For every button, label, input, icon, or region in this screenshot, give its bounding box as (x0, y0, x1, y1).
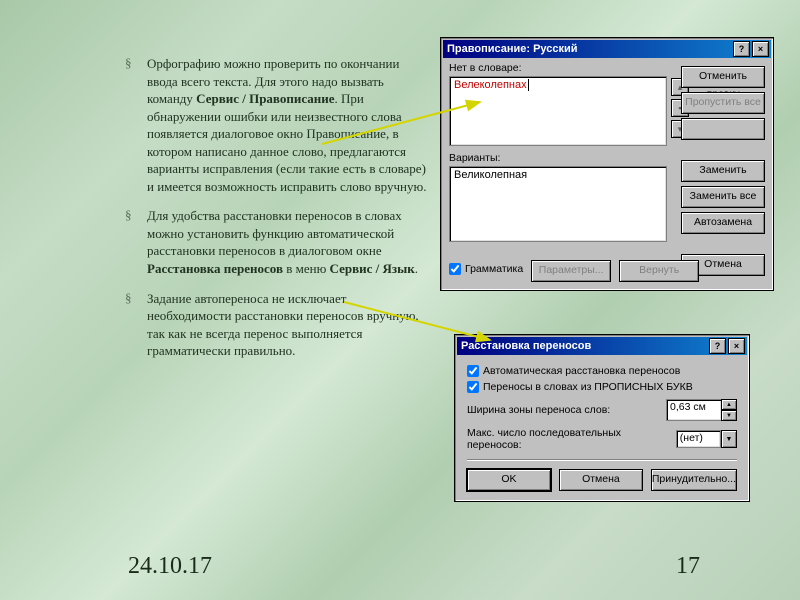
bullet-1: § Орфографию можно проверить по окончани… (125, 55, 430, 195)
grammar-checkbox[interactable]: Грамматика (449, 263, 523, 275)
max-hyphens-label: Макс. число последовательных переносов: (467, 427, 676, 451)
hyphen-zone-spinner[interactable]: 0,63 см ▲ ▼ (666, 399, 737, 421)
help-icon[interactable]: ? (733, 41, 750, 57)
manual-button[interactable]: Принудительно... (651, 469, 737, 491)
revert-button[interactable]: Вернуть (619, 260, 699, 282)
cancel-button[interactable]: Отмена (559, 469, 643, 491)
titlebar[interactable]: Правописание: Русский ? × (443, 40, 771, 58)
close-icon[interactable]: × (728, 338, 745, 354)
replace-button[interactable]: Заменить (681, 160, 765, 182)
variants-list[interactable]: Великолепная (449, 166, 667, 242)
bullet-mark: § (125, 55, 147, 195)
footer-page-number: 17 (676, 553, 700, 580)
footer-date: 24.10.17 (128, 553, 212, 580)
autocorrect-button[interactable]: Автозамена (681, 212, 765, 234)
caps-hyphen-input[interactable] (467, 381, 479, 393)
grammar-checkbox-input[interactable] (449, 263, 461, 275)
undo-edit-button[interactable]: Отменить правку (681, 66, 765, 88)
titlebar[interactable]: Расстановка переносов ? × (457, 337, 747, 355)
caps-hyphen-checkbox[interactable]: Переносы в словах из ПРОПИСНЫХ БУКВ (467, 381, 737, 393)
bullet-3: § Задание автопереноса не исключает необ… (125, 290, 430, 360)
chevron-down-icon[interactable]: ▼ (721, 430, 737, 448)
help-icon[interactable]: ? (709, 338, 726, 354)
spin-down-icon[interactable]: ▼ (721, 410, 737, 421)
auto-hyphen-checkbox[interactable]: Автоматическая расстановка переносов (467, 365, 737, 377)
not-in-dict-input[interactable]: Велеколепнах (449, 76, 667, 146)
hyphen-zone-input[interactable]: 0,63 см (666, 399, 722, 421)
max-hyphens-value[interactable]: (нет) (676, 430, 721, 448)
ok-button[interactable]: OK (467, 469, 551, 491)
spelling-dialog: Правописание: Русский ? × Нет в словаре:… (440, 37, 774, 291)
close-icon[interactable]: × (752, 41, 769, 57)
hyphenation-dialog: Расстановка переносов ? × Автоматическая… (454, 334, 750, 502)
add-button (681, 118, 765, 140)
replace-all-button[interactable]: Заменить все (681, 186, 765, 208)
params-button[interactable]: Параметры... (531, 260, 611, 282)
skip-all-button[interactable]: Пропустить все (681, 92, 765, 114)
slide-body-text: § Орфографию можно проверить по окончани… (125, 55, 430, 372)
variants-label: Варианты: (449, 152, 667, 164)
bullet-2: § Для удобства расстановки переносов в с… (125, 207, 430, 277)
auto-hyphen-input[interactable] (467, 365, 479, 377)
dialog-title: Расстановка переносов (461, 340, 707, 352)
max-hyphens-dropdown[interactable]: (нет) ▼ (676, 430, 737, 448)
bullet-mark: § (125, 207, 147, 277)
bullet-mark: § (125, 290, 147, 360)
not-in-dict-label: Нет в словаре: (449, 62, 667, 74)
hyphen-zone-label: Ширина зоны переноса слов: (467, 404, 610, 416)
dialog-title: Правописание: Русский (447, 43, 731, 55)
spin-up-icon[interactable]: ▲ (721, 399, 737, 410)
